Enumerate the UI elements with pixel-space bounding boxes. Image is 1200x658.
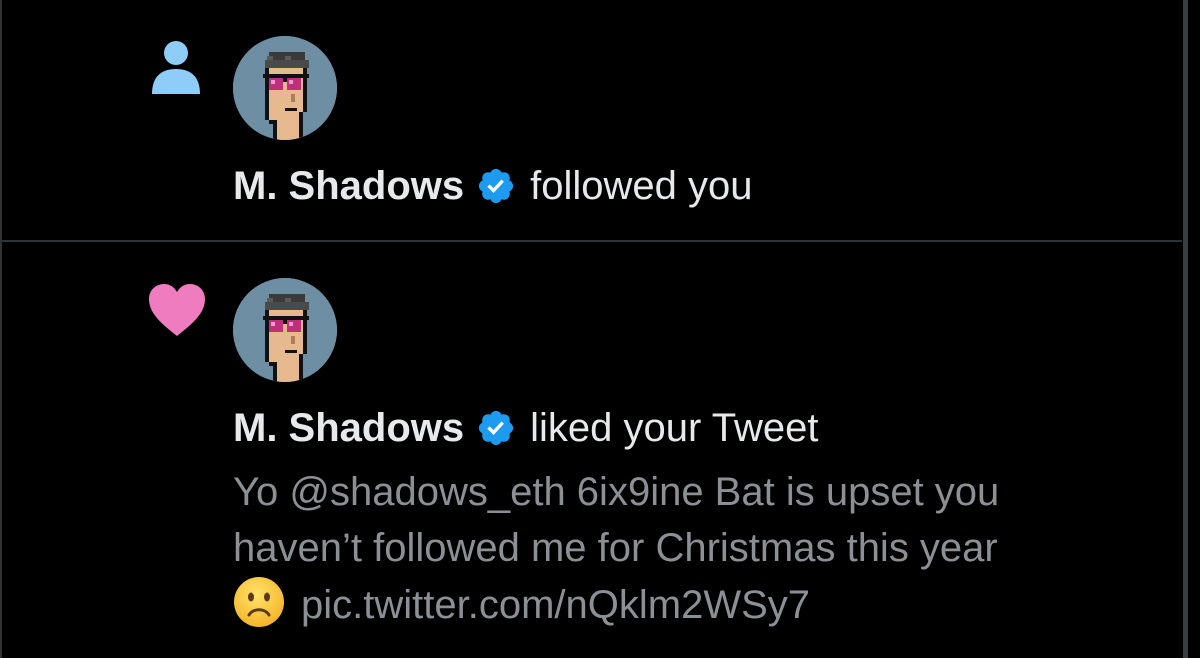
notification-line: M. Shadows followed you: [233, 162, 753, 210]
action-text: followed you: [530, 164, 753, 208]
avatar-image: [233, 36, 337, 140]
actor-name[interactable]: M. Shadows: [233, 404, 464, 452]
verified-badge-icon: [479, 410, 514, 446]
notification-line: M. Shadows liked your Tweet: [233, 404, 818, 452]
notification-like[interactable]: M. Shadows liked your Tweet Yo @shadows_…: [0, 242, 1182, 658]
avatar-image: [233, 278, 337, 382]
avatar[interactable]: [233, 278, 337, 382]
tweet-text-line: Yo @shadows_eth 6ix9ine Bat is upset you: [233, 470, 1000, 514]
tweet-link[interactable]: pic.twitter.com/nQklm2WSy7: [301, 583, 810, 627]
scrollbar[interactable]: [1183, 0, 1188, 658]
tweet-text-line: pic.twitter.com/nQklm2WSy7: [233, 576, 1173, 633]
frowning-face-emoji: [234, 577, 284, 627]
tweet-text[interactable]: Yo @shadows_eth 6ix9ine Bat is upset you…: [233, 464, 1173, 633]
action-text: liked your Tweet: [530, 406, 819, 450]
tweet-text-line: haven’t followed me for Christmas this y…: [233, 526, 998, 570]
person-icon: [152, 41, 200, 94]
verified-badge-icon: [479, 168, 514, 204]
avatar[interactable]: [233, 36, 337, 140]
notification-follow[interactable]: M. Shadows followed you: [0, 0, 1182, 240]
actor-name[interactable]: M. Shadows: [233, 162, 464, 210]
heart-icon: [149, 284, 205, 336]
